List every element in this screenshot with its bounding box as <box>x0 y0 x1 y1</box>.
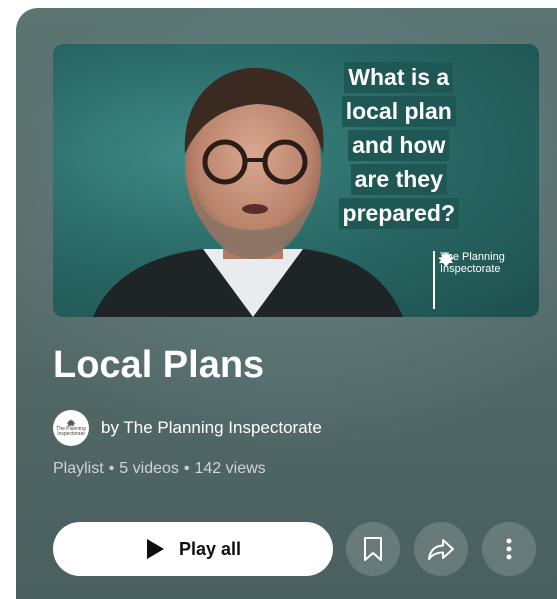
more-actions-button[interactable] <box>482 522 536 576</box>
playlist-thumbnail[interactable]: What is a local plan and how are they pr… <box>53 44 539 317</box>
share-icon <box>428 539 454 560</box>
meta-view-count: 142 views <box>194 460 266 477</box>
playlist-meta: Playlist • 5 videos • 142 views <box>53 460 266 478</box>
meta-type: Playlist <box>53 460 104 477</box>
meta-separator: • <box>108 460 115 477</box>
bookmark-icon <box>364 537 382 561</box>
meta-separator: • <box>183 460 190 477</box>
play-icon <box>146 539 164 559</box>
planning-inspectorate-logo: The Planning Inspectorate <box>433 251 523 309</box>
author-row[interactable]: The Planning Inspectorate by The Plannin… <box>53 410 322 446</box>
more-vert-icon <box>506 538 512 560</box>
save-playlist-button[interactable] <box>346 522 400 576</box>
thumbnail-headline: What is a local plan and how are they pr… <box>338 62 459 229</box>
headline-line: local plan <box>341 96 456 127</box>
avatar-text: The Planning Inspectorate <box>56 426 86 437</box>
crest-icon <box>438 252 454 267</box>
headline-line: What is a <box>344 62 454 93</box>
channel-avatar[interactable]: The Planning Inspectorate <box>53 410 89 446</box>
play-all-label: Play all <box>178 538 242 559</box>
play-all-button[interactable]: Play all <box>53 522 333 576</box>
channel-name-link[interactable]: by The Planning Inspectorate <box>101 418 322 438</box>
playlist-header-card: What is a local plan and how are they pr… <box>16 8 557 599</box>
headline-line: and how <box>348 130 450 161</box>
meta-video-count: 5 videos <box>119 460 179 477</box>
headline-line: are they <box>350 164 447 195</box>
share-button[interactable] <box>414 522 468 576</box>
headline-line: prepared? <box>338 198 459 229</box>
playlist-title: Local Plans <box>53 344 265 386</box>
